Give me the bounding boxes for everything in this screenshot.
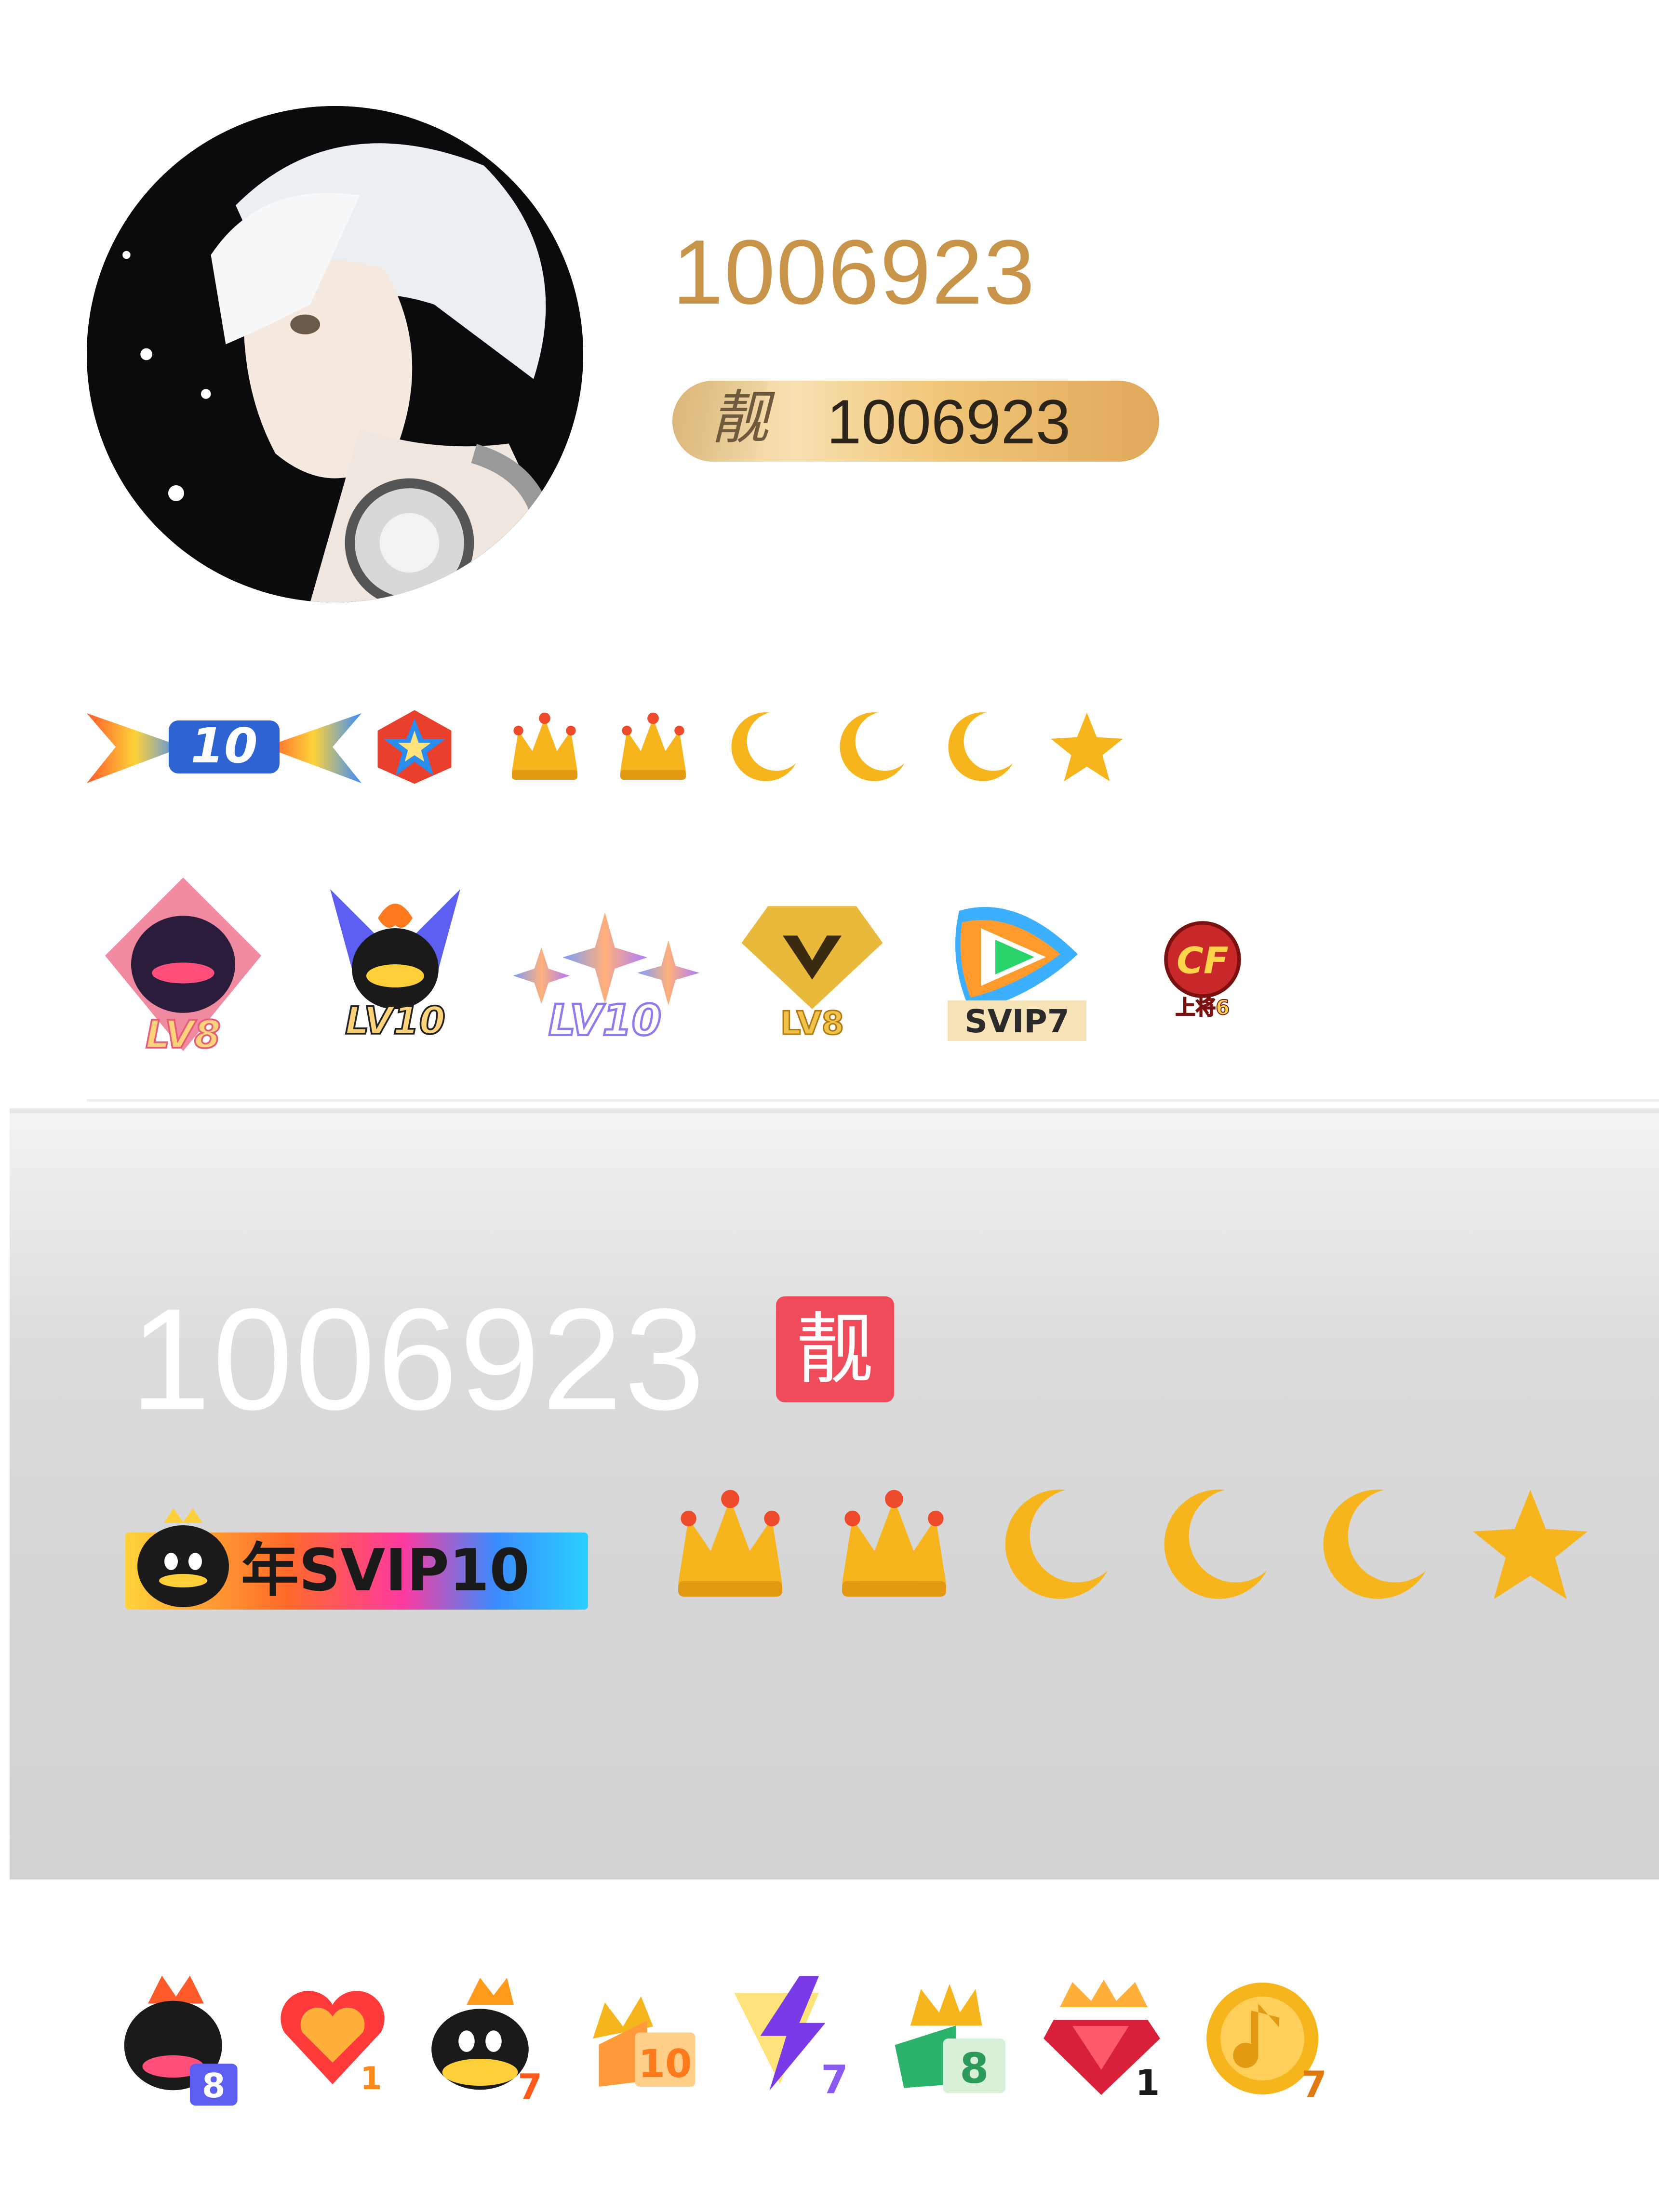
level-moon-icon[interactable] xyxy=(721,706,803,788)
level-moon-icon[interactable] xyxy=(937,706,1019,788)
star-vip-lv10-icon[interactable]: LV10 xyxy=(506,896,704,1041)
level-star-badge-icon[interactable] xyxy=(374,706,455,788)
super-vip-lv10-icon[interactable]: LV10 xyxy=(323,889,468,1048)
level-badge-row: 10 xyxy=(87,704,1128,790)
svg-text:LV8: LV8 xyxy=(146,1012,221,1057)
level-moon-icon[interactable] xyxy=(988,1479,1118,1610)
svg-text:LV8: LV8 xyxy=(780,1004,844,1039)
level-moon-icon[interactable] xyxy=(829,706,911,788)
svg-text:SVIP7: SVIP7 xyxy=(964,1003,1069,1040)
pretty-tag-badge[interactable]: 靓 xyxy=(776,1296,894,1402)
crown-10-icon[interactable]: 10 xyxy=(581,1976,701,2101)
annual-svip10-badge[interactable]: 年SVIP10 xyxy=(125,1508,588,1610)
nickname: 1006923 xyxy=(672,221,1036,323)
level-crown-icon[interactable] xyxy=(612,706,694,788)
pretty-id-number: 1006923 xyxy=(827,386,1071,457)
vip-badge-row: LV8 LV10 LV10 LV8 SVIP7 CF 上将6 xyxy=(96,877,1248,1060)
level-crown-icon[interactable] xyxy=(665,1479,795,1610)
gray-profile-card: 1006923 靓 年SVIP10 xyxy=(10,1108,1659,1879)
lightning-7-icon[interactable]: 7 xyxy=(728,1971,858,2106)
svg-text:8: 8 xyxy=(960,2045,989,2093)
avatar-image xyxy=(87,106,583,602)
svg-text:LV10: LV10 xyxy=(345,999,445,1043)
avatar[interactable] xyxy=(87,106,583,602)
svg-text:10: 10 xyxy=(638,2041,692,2086)
level-crown-icon[interactable] xyxy=(504,706,586,788)
svg-text:8: 8 xyxy=(202,2066,225,2105)
bottom-badge-row: 8 1 7 10 7 8 1 7 xyxy=(106,1966,1364,2111)
video-svip7-icon[interactable]: SVIP7 xyxy=(945,896,1089,1041)
qq-vip-lv8-icon[interactable]: LV8 xyxy=(96,877,270,1060)
level-moon-icon[interactable] xyxy=(1147,1479,1277,1610)
svg-text:1: 1 xyxy=(360,2061,382,2097)
level-star-icon[interactable] xyxy=(1046,706,1128,788)
gold-diamond-lv8-icon[interactable]: LV8 xyxy=(737,899,887,1039)
gray-level-badge-row xyxy=(665,1479,1595,1610)
svg-text:7: 7 xyxy=(1301,2064,1326,2106)
ruby-1-icon[interactable]: 1 xyxy=(1041,1973,1166,2104)
svg-text:7: 7 xyxy=(518,2067,542,2108)
level-10-wings-icon[interactable]: 10 xyxy=(87,704,361,790)
pretty-id-badge[interactable]: 靓 1006923 xyxy=(672,381,1159,462)
level-moon-icon[interactable] xyxy=(1306,1479,1436,1610)
level-crown-icon[interactable] xyxy=(829,1479,959,1610)
svg-text:10: 10 xyxy=(190,718,257,774)
heart-1-icon[interactable]: 1 xyxy=(272,1976,393,2101)
music-7-icon[interactable]: 7 xyxy=(1193,1969,1338,2108)
pretty-id-mark: 靓 xyxy=(672,381,817,462)
svg-text:1: 1 xyxy=(1136,2063,1160,2104)
svg-text:7: 7 xyxy=(821,2057,848,2103)
section-divider xyxy=(87,1099,1659,1102)
svg-text:LV10: LV10 xyxy=(549,996,661,1041)
penguin-8-icon[interactable]: 8 xyxy=(106,1966,246,2111)
gray-nickname: 1006923 xyxy=(130,1278,707,1440)
level-star-icon[interactable] xyxy=(1465,1479,1595,1610)
profile-card: 1006923 靓 1006923 10 LV8 LV10 LV10 LV8 S… xyxy=(0,0,1659,1108)
penguin-7-icon[interactable]: 7 xyxy=(419,1966,554,2111)
green-crown-8-icon[interactable]: 8 xyxy=(884,1973,1015,2104)
svg-text:上将6: 上将6 xyxy=(1176,996,1230,1019)
svg-text:CF: CF xyxy=(1177,939,1229,982)
cf-rank-icon[interactable]: CF 上将6 xyxy=(1157,918,1248,1019)
svg-text:年SVIP10: 年SVIP10 xyxy=(241,1537,530,1604)
